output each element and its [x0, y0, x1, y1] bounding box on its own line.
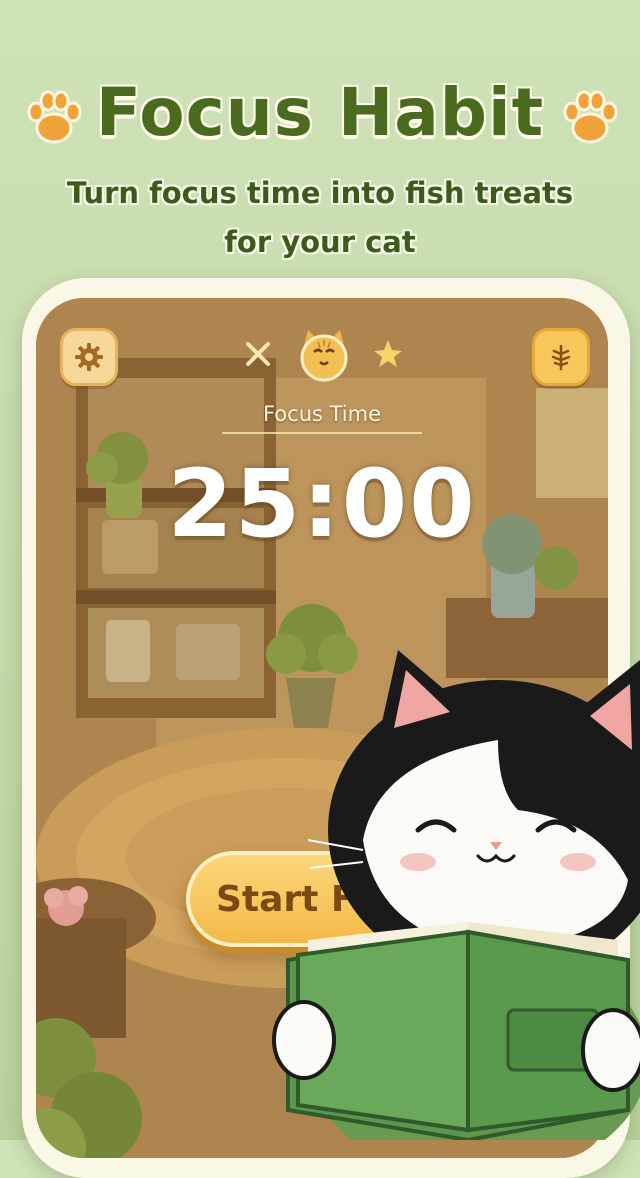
- subtitle-line-1: Turn focus time into fish treats: [66, 176, 574, 210]
- gear-icon: [75, 343, 103, 371]
- cat-mascot-illustration: [272, 650, 640, 1140]
- fish-icon: [551, 344, 571, 371]
- subtitle-line-2: for your cat: [224, 225, 416, 259]
- star-icon: [374, 340, 402, 367]
- settings-button[interactable]: [60, 328, 118, 386]
- sparkle-icon: [246, 342, 270, 366]
- app-title: Focus Habit: [95, 74, 545, 151]
- fish-treats-button[interactable]: [532, 328, 590, 386]
- cat-face-icon: [300, 330, 348, 382]
- timer-display: 25:00: [167, 450, 477, 559]
- focus-time-label: Focus Time: [222, 402, 422, 434]
